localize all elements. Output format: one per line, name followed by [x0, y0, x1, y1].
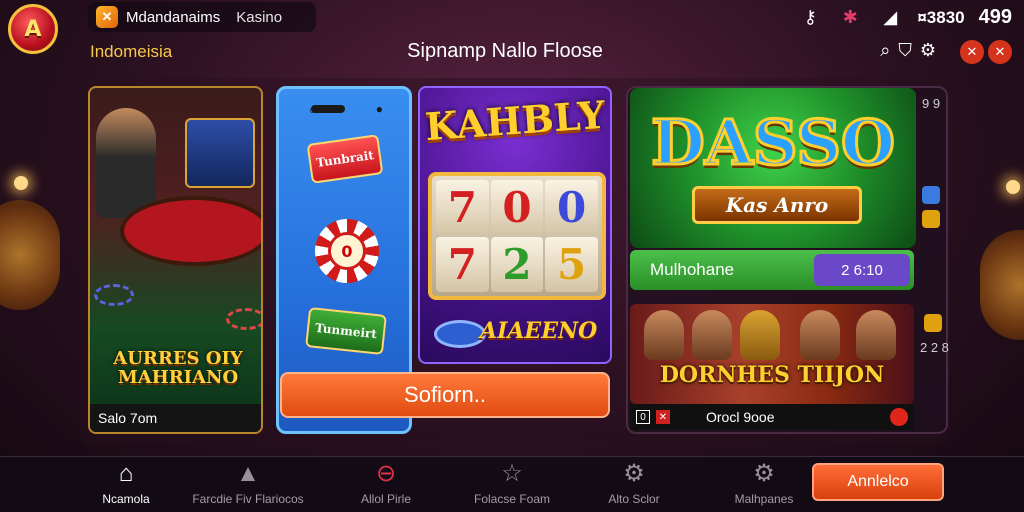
promo-tag-red[interactable]: Tunbrait — [306, 134, 384, 184]
slot-title: KAHBLY — [423, 91, 607, 150]
gem-icon — [924, 314, 942, 332]
key-icon[interactable]: ⚷ — [797, 7, 823, 28]
app-title-pill: ✕ Mdandanaims Kasino — [88, 2, 316, 32]
gem-icon — [922, 186, 940, 204]
chip-decoration — [226, 308, 261, 330]
home-icon: ⌂ — [118, 460, 134, 487]
status-bar: ⚷ ✱ ◢ ¤3830 499 — [797, 6, 1012, 29]
gear-icon: ⚙ — [623, 460, 645, 487]
phone-notch — [311, 105, 345, 113]
dasso-title: DASSO — [649, 105, 896, 181]
chip-decoration — [94, 284, 134, 306]
record-icon[interactable] — [890, 408, 908, 426]
table-image — [120, 196, 261, 266]
close-icon[interactable]: ✕ — [656, 410, 670, 424]
reel-symbol: 2 — [490, 237, 544, 292]
roulette-decoration-right — [980, 230, 1024, 340]
roulette-decoration-left — [0, 200, 60, 310]
nav-item-chip[interactable]: ⊖ Allol Pirle — [316, 460, 456, 510]
character-image — [800, 310, 840, 360]
featured-game-dasso[interactable]: DASSO Kas Anro — [630, 88, 916, 248]
card1-footer: Salo 7om — [90, 404, 261, 432]
chip-icon: ⊖ — [375, 460, 397, 487]
nav-item-building[interactable]: ▲ Farcdie Fiv Flariocos — [178, 460, 318, 510]
gear-icon[interactable]: ⚙ — [920, 40, 936, 61]
reel-symbol: 7 — [436, 237, 489, 292]
search-icon[interactable]: ⌕ — [880, 40, 890, 61]
nav-item-gear[interactable]: ⚙ Alto Sclor — [564, 460, 704, 510]
side-counter-top: 9 9 — [922, 96, 941, 111]
slot-subtitle: AIAEENO — [480, 318, 598, 344]
building-icon: ▲ — [236, 460, 260, 487]
jackpot-value: 2 6:10 — [814, 254, 910, 286]
characters-footer-label: Orocl 9ooe — [706, 409, 775, 425]
shield-icon[interactable]: ⛉ — [898, 40, 912, 61]
app-icon: ✕ — [96, 6, 118, 28]
toolbar: ⌕ ⛉ ⚙ — [880, 40, 936, 61]
action-button[interactable]: Annlelco — [812, 463, 944, 501]
card1-title: AURRES OIY MAHRIANO — [113, 348, 243, 388]
settings-alert-icon: ⚙ — [753, 460, 775, 487]
balance-display: 499 — [978, 6, 1012, 28]
featured-game-characters[interactable]: DORNHES TIIJON — [630, 304, 914, 404]
app-name: Mdandanaims — [126, 8, 221, 26]
reel-symbol: 0 — [545, 180, 598, 235]
reel-symbol: 0 — [490, 180, 544, 235]
app-sub-name: Kasino — [236, 8, 283, 26]
characters-footer: 0 ✕ Orocl 9ooe — [630, 404, 914, 430]
nav-item-home[interactable]: ⌂ Ncamola — [56, 460, 196, 510]
start-button[interactable]: Sofiorn.. — [280, 372, 610, 418]
alert-buttons: ✕ ✕ — [960, 40, 1012, 64]
page-title: Sipnamp Nallo Floose — [407, 40, 603, 62]
promo-tag-green[interactable]: Tunmeirt — [305, 307, 387, 355]
jackpot-label: Mulhohane — [650, 260, 735, 279]
alert-icon[interactable]: ✕ — [960, 40, 984, 64]
characters-title: DORNHES TIIJON — [659, 362, 885, 388]
star-icon: ☆ — [501, 460, 523, 487]
nav-item-star[interactable]: ☆ Folacse Foam — [442, 460, 582, 510]
sensor-icon: ● — [375, 102, 383, 116]
gem-icon — [922, 210, 940, 228]
jackpot-bar[interactable]: Mulhohane 2 6:10 — [630, 250, 914, 290]
reel-symbol: 5 — [545, 237, 598, 292]
character-image — [692, 310, 732, 360]
dealer-image — [96, 108, 156, 218]
character-image — [856, 310, 896, 360]
side-counter-bottom: 2 2 8 — [920, 340, 949, 355]
alert-icon-2[interactable]: ✕ — [988, 40, 1012, 64]
checkbox-icon[interactable]: 0 — [636, 410, 650, 424]
slot-machine-image — [185, 118, 255, 188]
reel-symbol: 7 — [436, 180, 489, 235]
lamp-decoration — [1006, 180, 1020, 194]
dasso-banner: Kas Anro — [692, 186, 862, 224]
chip-decoration — [434, 320, 486, 348]
character-image — [740, 310, 780, 360]
poker-chip-icon: 0 — [315, 219, 379, 283]
lamp-decoration — [14, 176, 28, 190]
slot-reels: 7 0 0 7 2 5 — [428, 172, 606, 300]
character-image — [644, 310, 684, 360]
game-card-slot[interactable]: KAHBLY 7 0 0 7 2 5 AIAEENO — [418, 86, 612, 364]
game-card-live-table[interactable]: AURRES OIY MAHRIANO Salo 7om — [88, 86, 263, 434]
signal-icon: ◢ — [883, 7, 898, 27]
bug-icon[interactable]: ✱ — [837, 7, 863, 28]
coins-display: ¤3830 — [917, 7, 965, 27]
